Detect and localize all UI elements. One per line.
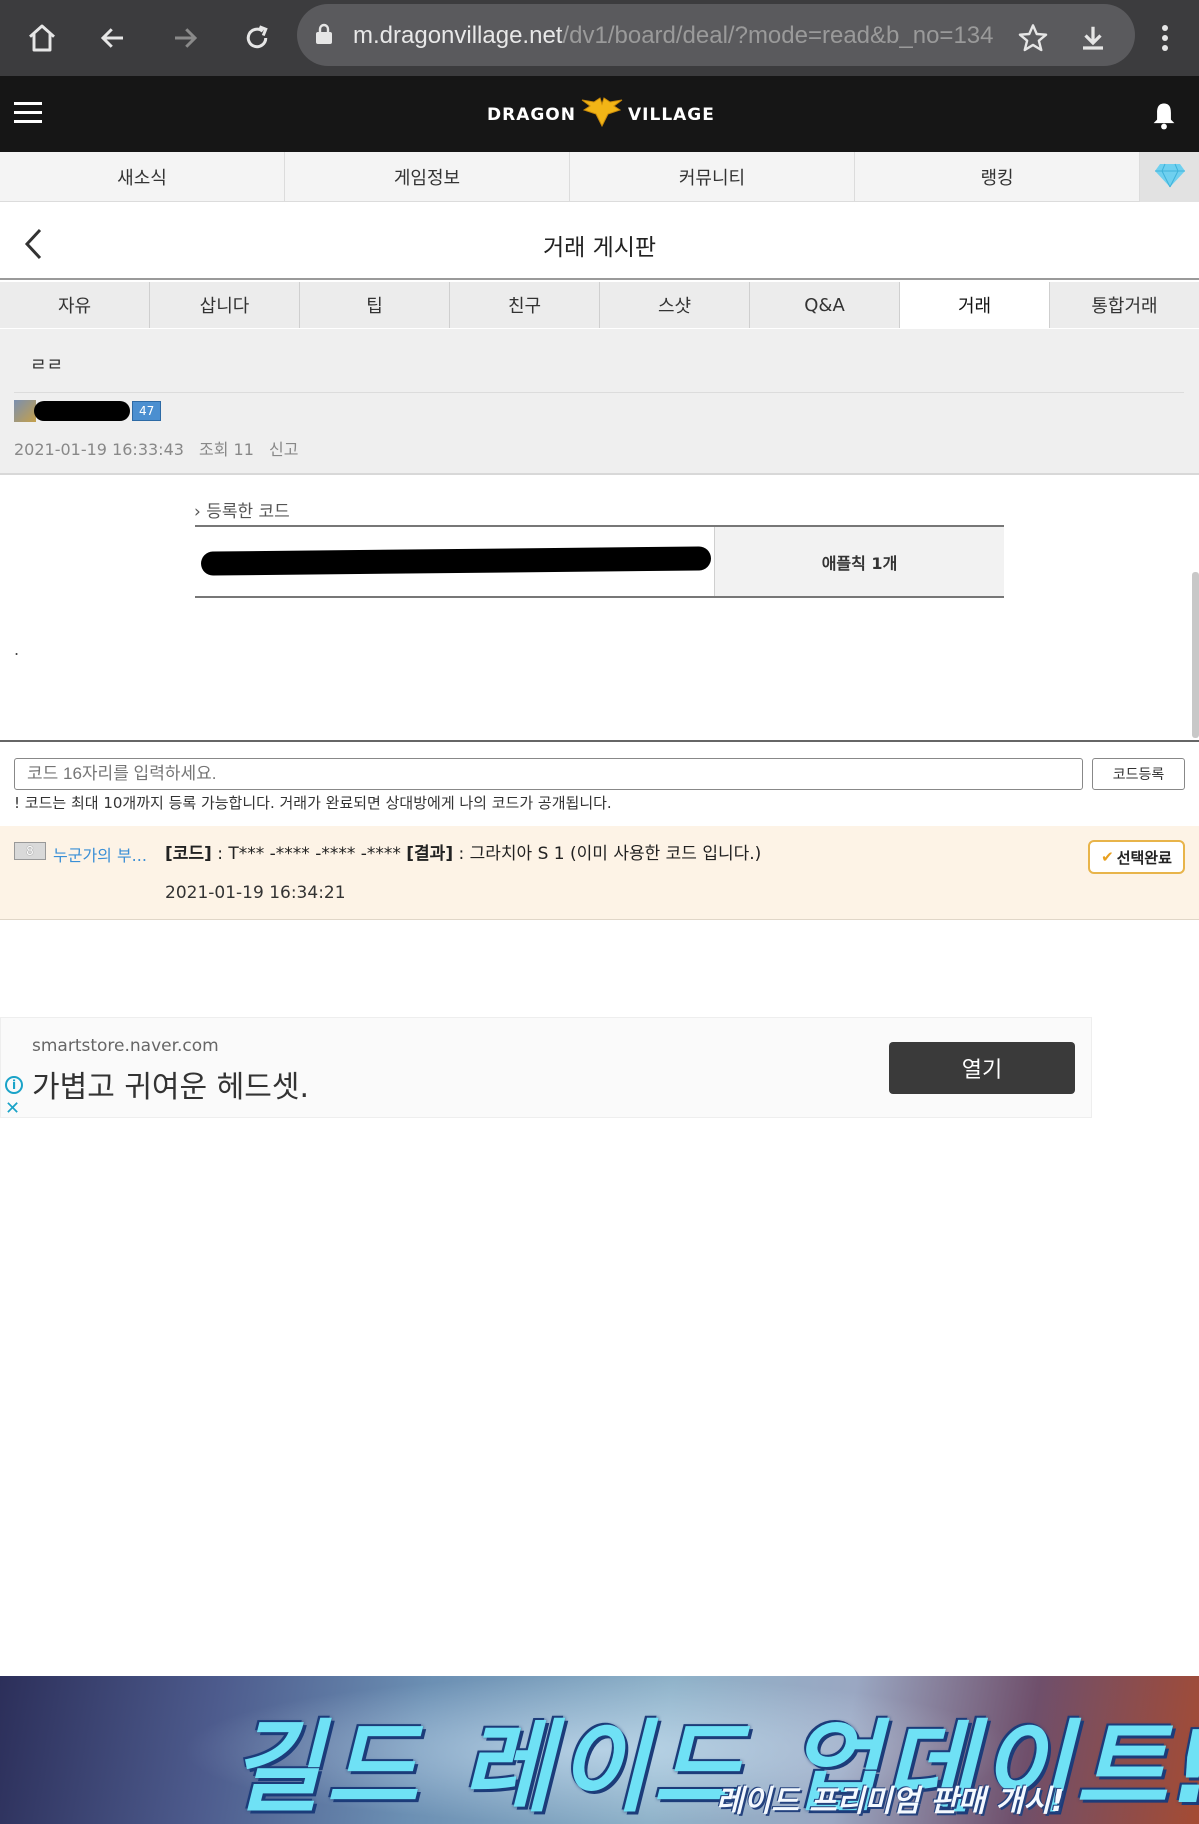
tab-qna[interactable]: Q&A	[750, 282, 900, 328]
registered-code-table: 애플칙 1개	[195, 525, 1004, 598]
back-arrow-icon[interactable]	[89, 14, 137, 62]
tab-screenshot[interactable]: 스샷	[600, 282, 750, 328]
author-level-badge: 47	[132, 401, 162, 421]
gem-shop-button[interactable]	[1140, 152, 1199, 202]
redacted-author-name	[34, 401, 130, 421]
code-entry: 8 누군가의 부... [코드] : T*** -**** -**** -***…	[0, 826, 1199, 920]
tab-free[interactable]: 자유	[0, 282, 150, 328]
reward-cell: 애플칙 1개	[715, 527, 1004, 596]
code-input[interactable]	[14, 758, 1083, 790]
code-notice: ! 코드는 최대 10개까지 등록 가능합니다. 거래가 완료되면 상대방에게 …	[14, 794, 612, 812]
reload-icon[interactable]	[233, 14, 281, 62]
chevron-right-icon: ›	[194, 502, 201, 522]
tab-tip[interactable]: 팁	[300, 282, 450, 328]
code-register-button[interactable]: 코드등록	[1092, 758, 1185, 790]
redacted-code	[200, 546, 712, 576]
entry-result-value: : 그라치아 S 1 (이미 사용한 코드 입니다.)	[453, 844, 762, 864]
ad-banner[interactable]: smartstore.naver.com 가볍고 귀여운 헤드셋. i ✕ 열기	[0, 1017, 1092, 1119]
ad-open-button[interactable]: 열기	[889, 1042, 1075, 1094]
board-title: 거래 게시판	[542, 235, 657, 261]
entry-date: 2021-01-19 16:34:21	[165, 883, 346, 903]
more-vert-icon[interactable]	[1141, 14, 1189, 62]
entry-result-label: [결과]	[406, 844, 454, 864]
entry-code-value: : T*** -**** -**** -****	[211, 844, 407, 864]
browser-toolbar: m.dragonvillage.net/dv1/board/deal/?mode…	[0, 0, 1199, 76]
post-body: .	[14, 640, 20, 659]
forward-arrow-icon[interactable]	[161, 14, 209, 62]
menu-hamburger-icon[interactable]	[14, 100, 42, 130]
select-complete-button[interactable]: ✔ 선택완료	[1088, 840, 1185, 874]
scrollbar[interactable]	[1192, 572, 1199, 738]
post-views: 조회 11	[199, 440, 254, 459]
avatar	[14, 400, 36, 422]
board-tabs: 자유 삽니다 팁 친구 스샷 Q&A 거래 통합거래	[0, 282, 1199, 328]
entry-level-badge: 8	[14, 842, 46, 860]
report-link[interactable]: 신고	[269, 440, 298, 459]
code-cell	[195, 527, 715, 596]
promo-banner[interactable]: 길드 레이드 업데이트! 레이드 프리미엄 판매 개시!	[0, 1676, 1199, 1824]
ad-headline: 가볍고 귀여운 헤드셋.	[32, 1070, 310, 1105]
divider	[14, 392, 1184, 393]
post-title: ㄹㄹ	[30, 355, 64, 376]
nav-item-news[interactable]: 새소식	[0, 152, 285, 202]
registered-code-label: › 등록한 코드	[194, 497, 290, 522]
home-icon[interactable]	[18, 14, 66, 62]
diamond-icon	[1154, 162, 1186, 192]
site-logo[interactable]: DRAGON VILLAGE	[487, 96, 715, 134]
bookmark-star-icon[interactable]	[1009, 14, 1057, 62]
lock-icon	[313, 22, 335, 50]
entry-text: [코드] : T*** -**** -**** -**** [결과] : 그라치…	[165, 839, 761, 864]
nav-item-game-info[interactable]: 게임정보	[285, 152, 570, 202]
notification-bell-icon[interactable]	[1150, 100, 1178, 134]
logo-text-left: DRAGON	[487, 105, 576, 125]
download-icon[interactable]	[1069, 14, 1117, 62]
ad-info-icon[interactable]: i	[5, 1076, 23, 1094]
banner-subtitle: 레이드 프리미엄 판매 개시!	[716, 1784, 1065, 1819]
entry-author-link[interactable]: 누군가의 부...	[53, 842, 147, 866]
logo-text-right: VILLAGE	[628, 105, 715, 125]
registered-code-label-text: 등록한 코드	[206, 502, 290, 522]
select-complete-label: 선택완료	[1116, 848, 1172, 867]
board-title-bar: 거래 게시판	[0, 202, 1199, 280]
nav-item-community[interactable]: 커뮤니티	[570, 152, 855, 202]
post-meta: 2021-01-19 16:33:43 조회 11 신고	[14, 436, 308, 460]
divider	[0, 740, 1199, 742]
ad-close-icon[interactable]: ✕	[5, 1098, 20, 1119]
dragon-emblem-icon	[580, 96, 624, 134]
post-date: 2021-01-19 16:33:43	[14, 440, 184, 459]
tab-friend[interactable]: 친구	[450, 282, 600, 328]
site-header: DRAGON VILLAGE	[0, 76, 1199, 152]
tab-buy[interactable]: 삽니다	[150, 282, 300, 328]
post-header: ㄹㄹ 47 2021-01-19 16:33:43 조회 11 신고	[0, 329, 1199, 475]
tab-integrated-trade[interactable]: 통합거래	[1050, 282, 1199, 328]
check-icon: ✔	[1101, 848, 1114, 866]
tab-trade[interactable]: 거래	[900, 282, 1050, 328]
author-row[interactable]: 47	[14, 399, 162, 423]
entry-code-label: [코드]	[165, 844, 212, 864]
main-nav: 새소식 게임정보 커뮤니티 랭킹	[0, 152, 1199, 202]
ad-domain: smartstore.naver.com	[32, 1036, 219, 1056]
url-text: m.dragonvillage.net/dv1/board/deal/?mode…	[353, 22, 994, 49]
nav-item-ranking[interactable]: 랭킹	[855, 152, 1140, 202]
